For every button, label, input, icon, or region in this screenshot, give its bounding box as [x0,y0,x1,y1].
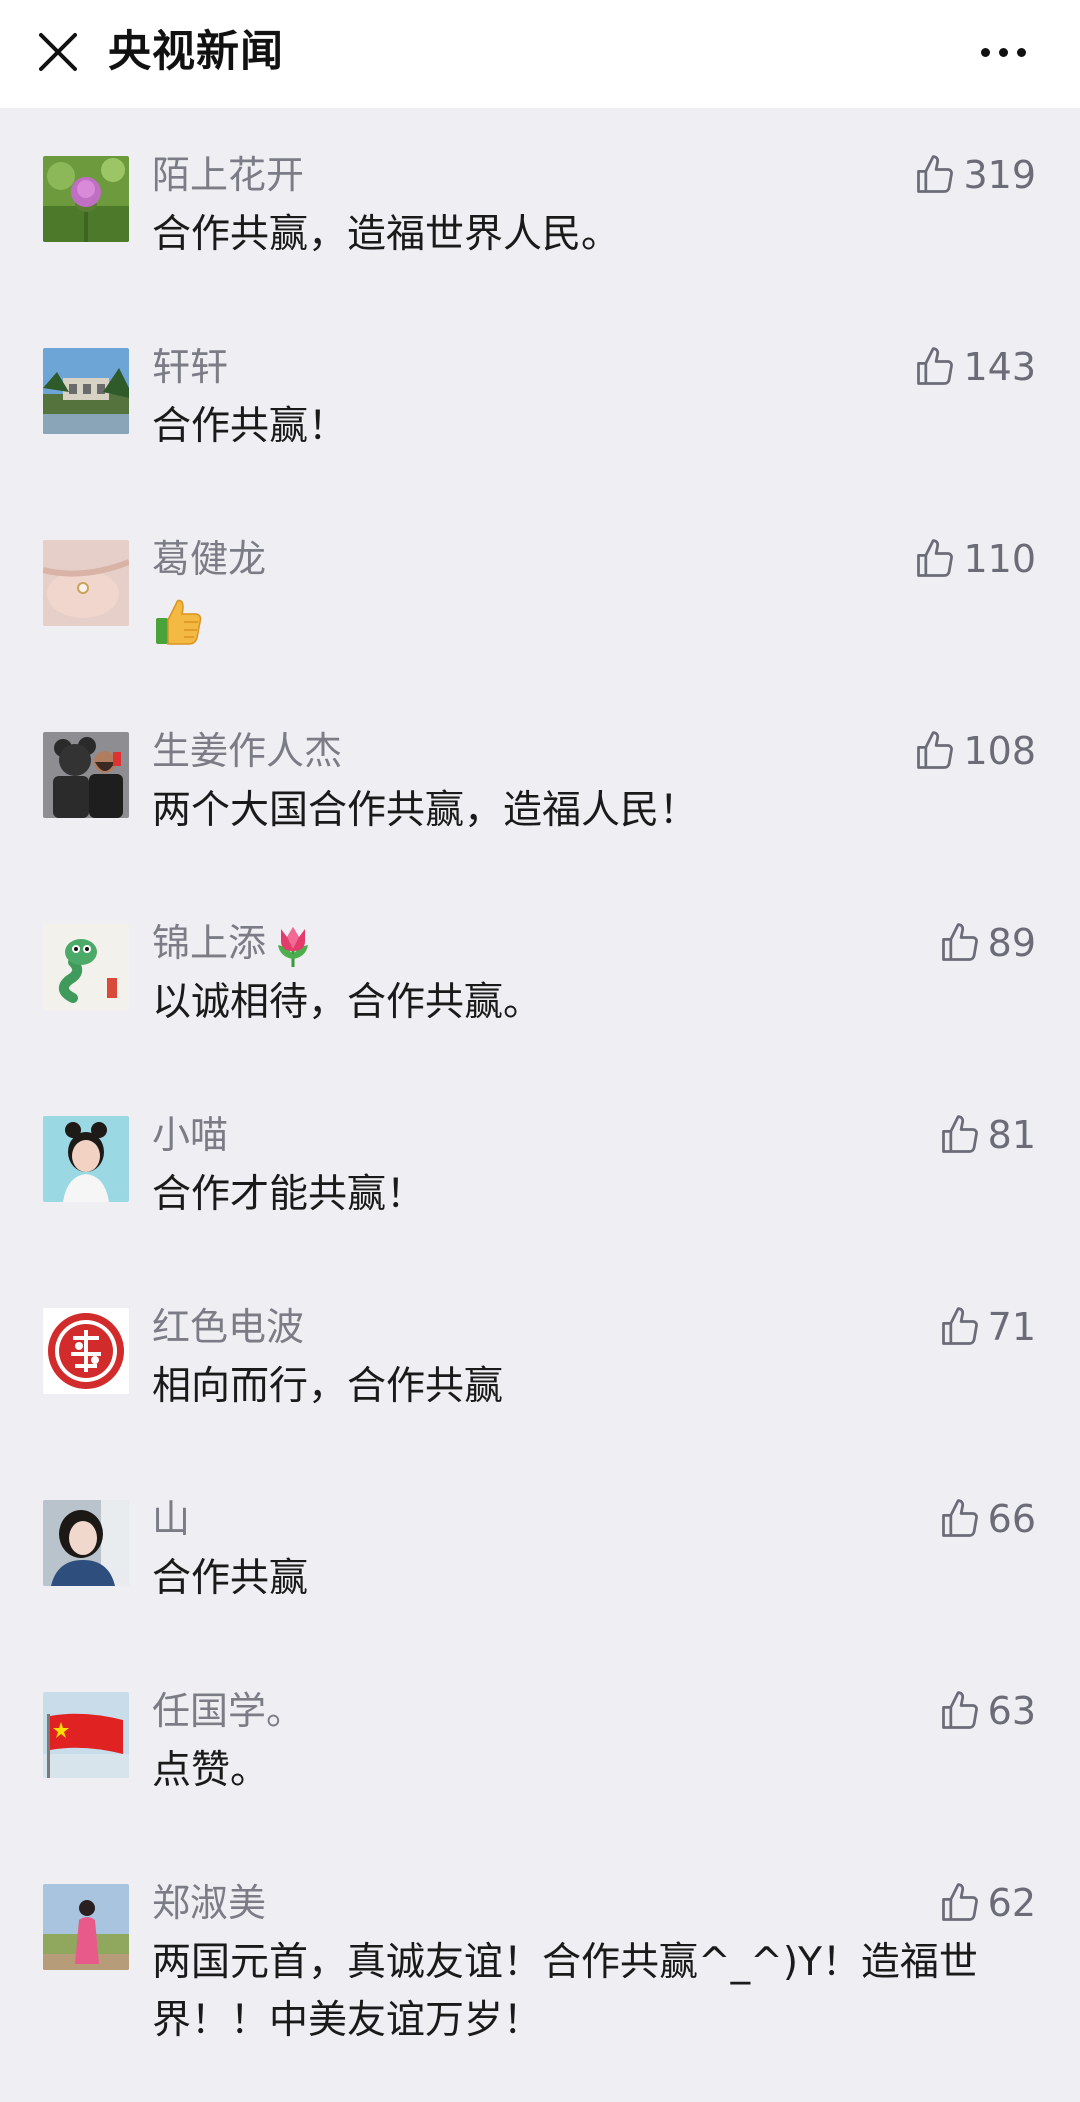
comment-text: 合作共赢 [152,1556,309,1601]
comment-item: 山 66 合作共赢 [0,1452,1080,1642]
comment-nickname[interactable]: 红色电波 [152,1302,304,1352]
like-count: 62 [987,1881,1036,1925]
comment-nickname[interactable]: 小喵 [152,1110,228,1160]
thumbs-up-icon [917,155,954,193]
like-button[interactable]: 110 [913,534,1036,584]
comment-text: 合作才能共赢！ [152,1172,426,1217]
comment-text: 两国元首，真诚友谊！合作共赢^_^)Y！造福世界！！中美友谊万岁！ [152,1940,978,2043]
avatar[interactable] [43,1500,129,1586]
comment-text: 合作共赢！ [152,404,348,449]
thumbs-up-icon [941,923,978,961]
comment-nickname[interactable]: 轩轩 [152,342,228,392]
like-button[interactable]: 108 [913,726,1036,776]
comment-text: 点赞。 [152,1748,270,1793]
comment-item: 葛健龙 110 [0,492,1080,682]
comment-item: 小喵 81 合作才能共赢！ [0,1068,1080,1258]
red-paper-cut-avatar-image [43,1308,129,1394]
hand-with-ring-avatar-image [43,540,129,626]
top-bar: 央视新闻 [0,0,1080,108]
thumbs-up-icon [941,1115,978,1153]
comment-item: 锦上添 89 以诚相待，合作共赢。 [0,876,1080,1066]
avatar[interactable] [43,540,129,626]
thumbs-up-icon [941,1883,978,1921]
avatar[interactable] [43,156,129,242]
avatar[interactable] [43,732,129,818]
comment-nickname[interactable]: 葛健龙 [152,534,266,584]
comment-text: 合作共赢，造福世界人民。 [152,212,621,257]
thumbs-up-icon [917,347,954,385]
avatar[interactable] [43,924,129,1010]
like-count: 143 [963,345,1036,389]
tulip-emoji [278,926,309,967]
avatar[interactable] [43,1692,129,1778]
more-dots-icon [980,47,990,57]
comment-nickname[interactable]: 郑淑美 [152,1878,266,1928]
like-count: 71 [987,1305,1036,1349]
comment-item: 郑淑美 62 两国元首，真诚友谊！合作共赢^_^)Y！造福世界！！中美友谊万岁！ [0,1836,1080,2102]
comment-item: 红色电波 71 相向而行，合作共赢 [0,1260,1080,1450]
thumbs-up-icon [941,1307,978,1345]
girl-portrait-avatar-image [43,1116,129,1202]
thumbs-up-icon [941,1499,978,1537]
comment-text [152,590,1032,665]
avatar[interactable] [43,1884,129,1970]
avatar[interactable] [43,348,129,434]
woman-in-pink-avatar-image [43,1884,129,1970]
chinese-flag-avatar-image [43,1692,129,1778]
like-count: 81 [987,1113,1036,1157]
comment-nickname[interactable]: 锦上添 [152,918,316,968]
like-count: 110 [963,537,1036,581]
like-count: 89 [987,921,1036,965]
page-title: 央视新闻 [108,27,284,77]
thumbs-up-icon [917,539,954,577]
more-options-button[interactable] [968,22,1038,82]
avatar[interactable] [43,1116,129,1202]
comment-item: 轩轩 143 合作共赢！ [0,300,1080,490]
landscape-avatar-image [43,348,129,434]
comment-text: 以诚相待，合作共赢。 [152,980,543,1025]
like-count: 108 [963,729,1036,773]
like-count: 319 [963,153,1036,197]
avatar[interactable] [43,1308,129,1394]
thumbs-up-emoji [156,599,202,645]
comment-item: 任国学。 63 点赞。 [0,1644,1080,1834]
comment-item: 陌上花开 319 合作共赢，造福世界人民。 [0,108,1080,298]
comment-nickname[interactable]: 陌上花开 [152,150,304,200]
cartoon-snake-avatar-image [43,924,129,1010]
close-button[interactable] [28,22,88,82]
comment-item: 生姜作人杰 108 两个大国合作共赢，造福人民！ [0,684,1080,874]
close-icon [39,33,77,71]
comment-text: 相向而行，合作共赢 [152,1364,504,1409]
woman-portrait-avatar-image [43,1500,129,1586]
like-button[interactable]: 89 [938,918,1036,968]
comment-text: 两个大国合作共赢，造福人民！ [152,788,699,833]
comment-nickname[interactable]: 生姜作人杰 [152,726,342,776]
like-button[interactable]: 143 [913,342,1036,392]
comment-nickname[interactable]: 任国学。 [152,1686,304,1736]
like-button[interactable]: 81 [938,1110,1036,1160]
like-count: 63 [987,1689,1036,1733]
thumbs-up-icon [941,1691,978,1729]
thumbs-up-icon [917,731,954,769]
like-button[interactable]: 71 [938,1302,1036,1352]
comment-nickname[interactable]: 山 [152,1494,190,1544]
like-button[interactable]: 319 [913,150,1036,200]
like-count: 66 [987,1497,1036,1541]
like-button[interactable]: 66 [938,1494,1036,1544]
like-button[interactable]: 62 [938,1878,1036,1928]
man-with-bear-avatar-image [43,732,129,818]
thistle-flower-avatar-image [43,156,129,242]
like-button[interactable]: 63 [938,1686,1036,1736]
